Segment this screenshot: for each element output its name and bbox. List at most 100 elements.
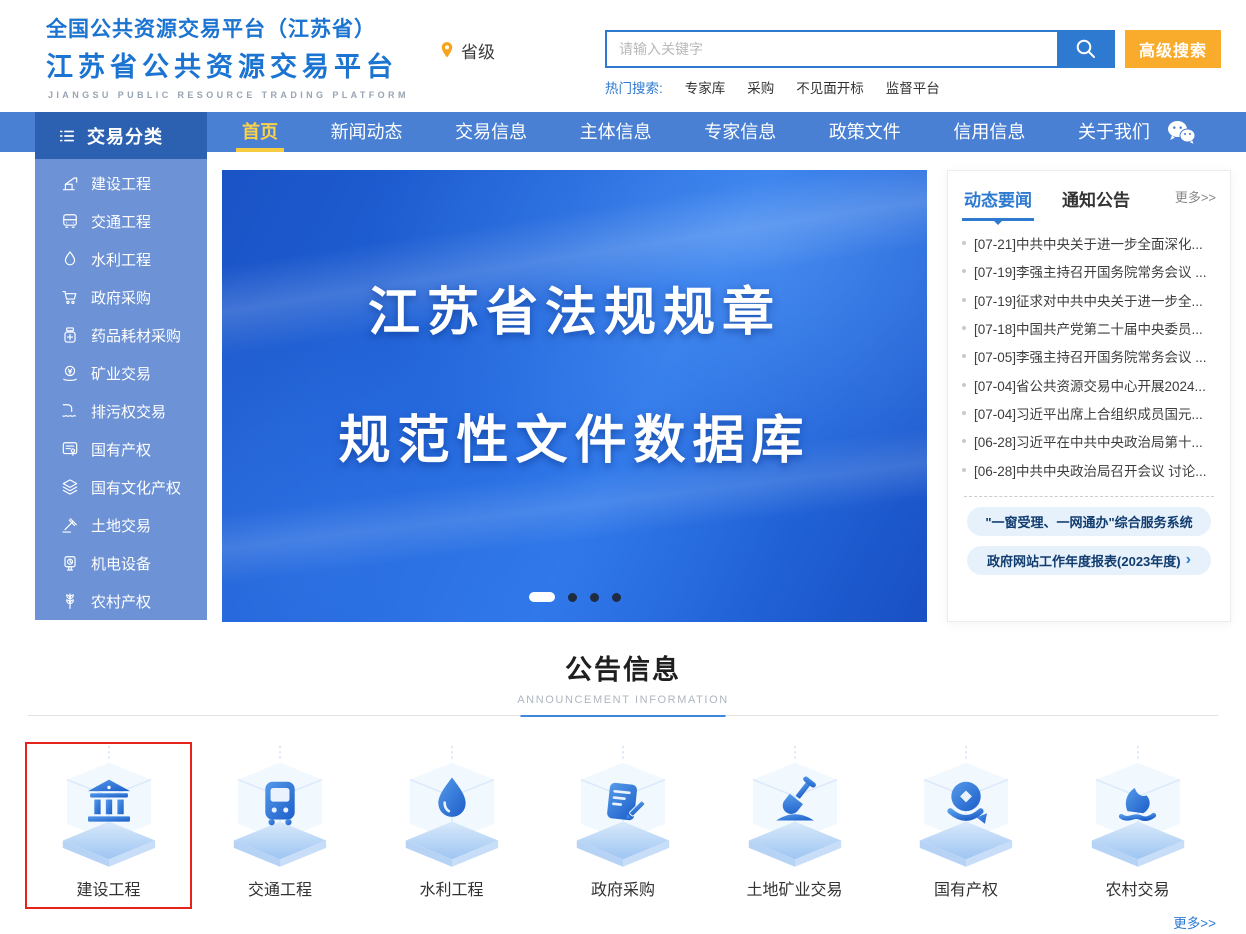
cart-icon [60, 287, 80, 307]
bullet-icon [962, 468, 966, 472]
news-panel: 动态要闻 通知公告 更多>> [07-21]中共中央关于进一步全面深化... [… [947, 170, 1231, 622]
announcement-categories: 建设工程 交通工程 [25, 742, 1221, 909]
news-item[interactable]: [07-05]李强主持召开国务院常务会议 ... [962, 342, 1216, 370]
search-area: 高级搜索 热门搜索: 专家库 采购 不见面开标 监督平台 [605, 30, 1233, 97]
news-item[interactable]: [07-19]征求对中共中央关于进一步全... [962, 286, 1216, 314]
category-transport[interactable]: 交通工程 [197, 742, 364, 909]
wechat-icon[interactable] [1166, 119, 1196, 150]
search-button[interactable] [1057, 30, 1115, 68]
crane-icon [60, 173, 80, 193]
announcement-section: 公告信息 ANNOUNCEMENT INFORMATION [0, 622, 1246, 934]
news-more-link[interactable]: 更多>> [1175, 187, 1216, 206]
site-header: 全国公共资源交易平台（江苏省） 江苏省公共资源交易平台 JIANGSU PUBL… [0, 0, 1246, 112]
sidebar-item-gov-procurement[interactable]: 政府采购 [35, 278, 207, 316]
category-sidebar: 建设工程 交通工程 水利工程 政府采购 药品耗材采购 矿业交易 [35, 159, 207, 620]
water-drop-icon [60, 249, 80, 269]
bullet-icon [962, 241, 966, 245]
carousel-dots [529, 592, 621, 602]
site-logo[interactable]: 全国公共资源交易平台（江苏省） 江苏省公共资源交易平台 JIANGSU PUBL… [46, 13, 409, 100]
machine-icon [60, 553, 80, 573]
annual-report-link[interactable]: 政府网站工作年度报表(2023年度) › [967, 546, 1211, 575]
logo-title-national: 全国公共资源交易平台（江苏省） [46, 13, 409, 43]
category-state-property[interactable]: 国有产权 [883, 742, 1050, 909]
banner-title-line1: 江苏省法规规章 [222, 270, 927, 345]
sidebar-item-pollution-rights[interactable]: 排污权交易 [35, 392, 207, 430]
sidebar-item-construction[interactable]: 建设工程 [35, 164, 207, 202]
bullet-icon [962, 326, 966, 330]
bullet-icon [962, 354, 966, 358]
hot-search-expert-db[interactable]: 专家库 [685, 77, 726, 97]
carousel-dot-4[interactable] [612, 593, 621, 602]
hot-search-supervision[interactable]: 监督平台 [886, 77, 940, 97]
nav-expert-info[interactable]: 专家信息 [700, 112, 780, 152]
hot-search-remote-bidding[interactable]: 不见面开标 [796, 77, 864, 97]
sidebar-item-state-property[interactable]: 国有产权 [35, 430, 207, 468]
gavel-icon [60, 515, 80, 535]
news-list: [07-21]中共中央关于进一步全面深化... [07-19]李强主持召开国务院… [962, 229, 1216, 484]
page: 全国公共资源交易平台（江苏省） 江苏省公共资源交易平台 JIANGSU PUBL… [0, 0, 1246, 934]
bus-icon [60, 211, 80, 231]
document-3d-icon [560, 746, 686, 872]
sidebar-item-mining[interactable]: 矿业交易 [35, 354, 207, 392]
sidebar-item-transport[interactable]: 交通工程 [35, 202, 207, 240]
nav-home[interactable]: 首页 [238, 112, 282, 152]
trade-category-button[interactable]: 交易分类 [35, 112, 207, 159]
wheat-icon [60, 591, 80, 611]
nav-entity-info[interactable]: 主体信息 [576, 112, 656, 152]
tab-notices[interactable]: 通知公告 [1060, 186, 1132, 219]
news-item[interactable]: [06-28]习近平在中共中央政治局第十... [962, 427, 1216, 455]
hero-banner[interactable]: 江苏省法规规章 规范性文件数据库 [222, 170, 927, 622]
news-item[interactable]: [07-18]中国共产党第二十届中央委员... [962, 314, 1216, 342]
category-water[interactable]: 水利工程 [368, 742, 535, 909]
sidebar-item-water[interactable]: 水利工程 [35, 240, 207, 278]
category-menu-icon [57, 126, 77, 146]
more-categories-link[interactable]: 更多>> [1173, 912, 1216, 932]
nav-about-us[interactable]: 关于我们 [1074, 112, 1154, 152]
nav-trade-info[interactable]: 交易信息 [451, 112, 531, 152]
carousel-dot-2[interactable] [568, 593, 577, 602]
water-3d-icon [389, 746, 515, 872]
nav-items: 首页 新闻动态 交易信息 主体信息 专家信息 政策文件 信用信息 关于我们 [238, 112, 1154, 152]
logo-subtitle-en: JIANGSU PUBLIC RESOURCE TRADING PLATFORM [48, 90, 409, 100]
shovel-3d-icon [732, 746, 858, 872]
news-item[interactable]: [06-28]中共中央政治局召开会议 讨论... [962, 455, 1216, 483]
chevron-right-icon: › [1186, 551, 1191, 569]
sidebar-item-medicine[interactable]: 药品耗材采购 [35, 316, 207, 354]
nav-policy-docs[interactable]: 政策文件 [825, 112, 905, 152]
building-3d-icon [46, 746, 172, 872]
coin-3d-icon [903, 746, 1029, 872]
announcement-title: 公告信息 [0, 622, 1246, 687]
news-item[interactable]: [07-19]李强主持召开国务院常务会议 ... [962, 257, 1216, 285]
news-item[interactable]: [07-04]习近平出席上合组织成员国元... [962, 399, 1216, 427]
region-level[interactable]: 省级 [438, 38, 495, 63]
trade-category-label: 交易分类 [87, 123, 163, 149]
sidebar-item-equipment[interactable]: 机电设备 [35, 544, 207, 582]
mountain-3d-icon [1075, 746, 1201, 872]
bullet-icon [962, 383, 966, 387]
category-land-mining[interactable]: 土地矿业交易 [711, 742, 878, 909]
carousel-dot-1[interactable] [529, 592, 555, 602]
category-rural[interactable]: 农村交易 [1054, 742, 1221, 909]
service-system-link[interactable]: "一窗受理、一网通办"综合服务系统 [967, 507, 1211, 536]
sidebar-item-cultural-property[interactable]: 国有文化产权 [35, 468, 207, 506]
advanced-search-button[interactable]: 高级搜索 [1125, 30, 1221, 68]
news-item[interactable]: [07-21]中共中央关于进一步全面深化... [962, 229, 1216, 257]
news-item[interactable]: [07-04]省公共资源交易中心开展2024... [962, 370, 1216, 398]
sidebar-item-rural-property[interactable]: 农村产权 [35, 582, 207, 620]
category-gov-procurement[interactable]: 政府采购 [540, 742, 707, 909]
bullet-icon [962, 439, 966, 443]
nav-credit-info[interactable]: 信用信息 [949, 112, 1029, 152]
region-level-label: 省级 [461, 38, 495, 63]
discharge-icon [60, 401, 80, 421]
bus-3d-icon [217, 746, 343, 872]
layers-icon [60, 477, 80, 497]
nav-news[interactable]: 新闻动态 [327, 112, 407, 152]
certificate-icon [60, 439, 80, 459]
sidebar-item-land[interactable]: 土地交易 [35, 506, 207, 544]
search-input[interactable] [605, 30, 1057, 68]
hot-search-label: 热门搜索: [605, 77, 663, 97]
carousel-dot-3[interactable] [590, 593, 599, 602]
category-construction[interactable]: 建设工程 [25, 742, 192, 909]
hot-search-procurement[interactable]: 采购 [747, 77, 774, 97]
tab-dynamic-news[interactable]: 动态要闻 [962, 186, 1034, 219]
